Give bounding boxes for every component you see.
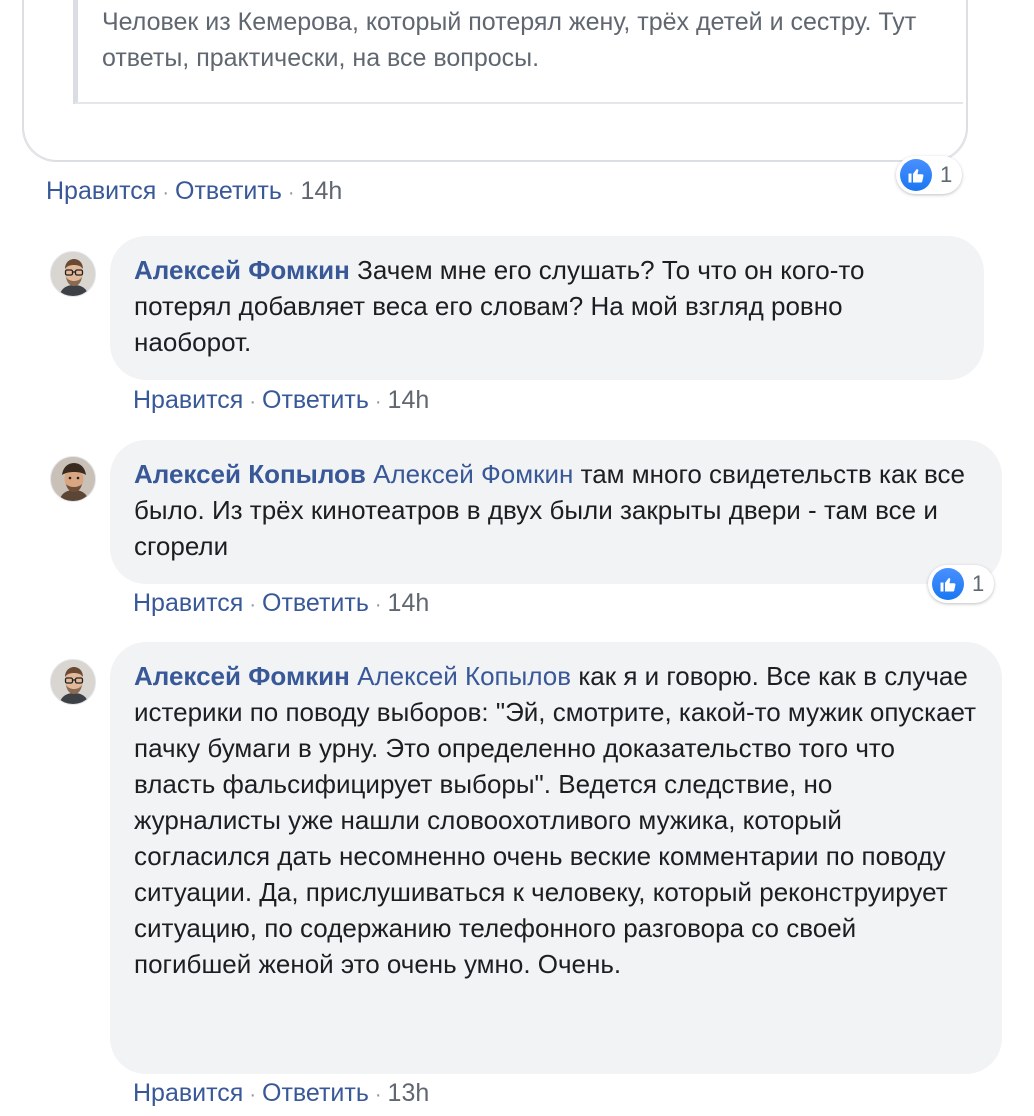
separator-dot: · xyxy=(249,594,256,616)
timestamp[interactable]: 14h xyxy=(388,589,430,617)
avatar[interactable] xyxy=(50,659,96,705)
post-actions: Нравится · Ответить · 14h xyxy=(46,176,342,208)
reaction-count: 1 xyxy=(972,571,985,596)
comment-mention[interactable]: Алексей Фомкин xyxy=(373,459,573,489)
comment-text: как я и говорю. Все как в случае истерик… xyxy=(134,661,977,979)
comment-bubble: Алексей Фомкин Зачем мне его слушать? То… xyxy=(110,236,984,380)
reaction-count: 1 xyxy=(940,162,953,187)
like-link[interactable]: Нравится xyxy=(133,589,243,617)
timestamp[interactable]: 13h xyxy=(388,1079,430,1107)
separator-dot: · xyxy=(374,594,382,616)
reply-link[interactable]: Ответить xyxy=(175,177,282,205)
comment-author[interactable]: Алексей Фомкин xyxy=(134,255,350,285)
comment-actions: Нравится · Ответить · 14h xyxy=(133,588,429,620)
thumbs-up-icon xyxy=(932,568,964,600)
quoted-post-bubble: Человек из Кемерова, который потерял жен… xyxy=(22,0,968,162)
comment-actions: Нравится · Ответить · 13h xyxy=(133,1078,429,1110)
separator-dot: · xyxy=(287,182,295,204)
like-link[interactable]: Нравится xyxy=(46,177,156,205)
reaction-summary[interactable]: 1 xyxy=(928,565,995,603)
comment-author[interactable]: Алексей Копылов xyxy=(134,459,366,489)
reply-link[interactable]: Ответить xyxy=(262,589,369,617)
separator-dot: · xyxy=(374,1084,382,1106)
like-link[interactable]: Нравится xyxy=(133,386,243,414)
comment-bubble: Алексей Фомкин Алексей Копылов как я и г… xyxy=(110,642,1002,1074)
separator-dot: · xyxy=(249,391,256,413)
thumbs-up-icon xyxy=(900,159,932,191)
like-link[interactable]: Нравится xyxy=(133,1079,243,1107)
avatar[interactable] xyxy=(50,456,96,502)
separator-dot: · xyxy=(374,391,382,413)
separator-dot: · xyxy=(249,1084,256,1106)
comment-actions: Нравится · Ответить · 14h xyxy=(133,385,429,417)
divider xyxy=(75,102,963,104)
separator-dot: · xyxy=(162,182,169,204)
comment-author[interactable]: Алексей Фомкин xyxy=(134,661,350,691)
comment-bubble: Алексей Копылов Алексей Фомкин там много… xyxy=(110,440,1002,584)
comment-thread: Человек из Кемерова, который потерял жен… xyxy=(0,0,1034,1116)
reply-link[interactable]: Ответить xyxy=(262,386,369,414)
timestamp[interactable]: 14h xyxy=(388,386,430,414)
reply-link[interactable]: Ответить xyxy=(262,1079,369,1107)
avatar[interactable] xyxy=(50,251,96,297)
timestamp[interactable]: 14h xyxy=(301,177,343,205)
quote-bar xyxy=(73,0,78,104)
quoted-text: Человек из Кемерова, который потерял жен… xyxy=(102,8,917,72)
comment-mention[interactable]: Алексей Копылов xyxy=(357,661,571,691)
reaction-summary[interactable]: 1 xyxy=(896,156,963,194)
